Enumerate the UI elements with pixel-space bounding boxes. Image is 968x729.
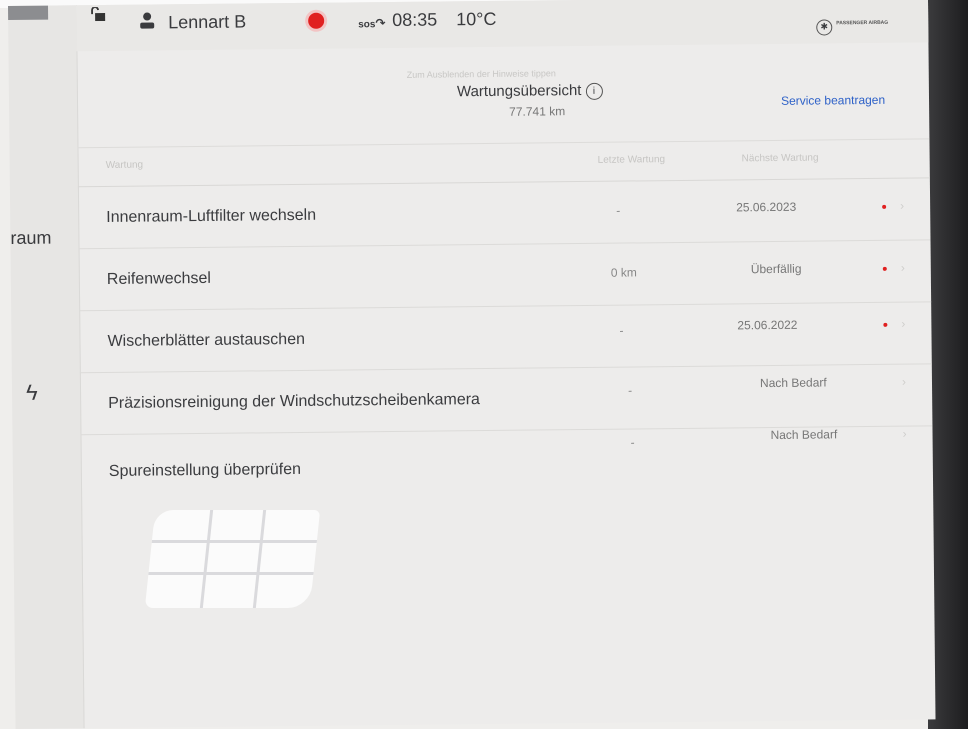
- table-row[interactable]: Präzisionsreinigung der Windschutzscheib…: [79, 364, 933, 436]
- person-icon[interactable]: [138, 10, 156, 30]
- page-header: Zum Ausblenden der Hinweise tippen Wartu…: [76, 42, 929, 147]
- bolt-icon[interactable]: ϟ: [26, 380, 38, 406]
- window-reflection: [144, 510, 321, 608]
- row-title: Wischerblätter austauschen: [107, 330, 306, 350]
- airbag-indicator: ✱ PASSENGER AIRBAG: [816, 19, 896, 38]
- screen: raum ϟ Lennart B sos↷ 08:35 10°C ✱ PASSE…: [8, 0, 936, 729]
- chevron-right-icon: ›: [902, 426, 907, 441]
- chevron-right-icon: ›: [900, 198, 905, 213]
- row-title: Präzisionsreinigung der Windschutzscheib…: [108, 391, 480, 412]
- table-row[interactable]: Spureinstellung überprüfen - Nach Bedarf…: [80, 426, 933, 505]
- user-name[interactable]: Lennart B: [168, 12, 246, 34]
- record-icon[interactable]: [308, 12, 325, 29]
- row-title: Spureinstellung überprüfen: [108, 460, 302, 480]
- phone-icon: ↷: [375, 16, 386, 31]
- chevron-right-icon: ›: [901, 316, 906, 331]
- alert-dot-icon: [882, 266, 887, 271]
- airbag-label: PASSENGER AIRBAG: [836, 19, 889, 27]
- row-last-service: -: [630, 435, 635, 450]
- table-row[interactable]: Reifenwechsel 0 km Überfällig ›: [78, 240, 932, 312]
- lock-icon[interactable]: [90, 6, 106, 22]
- row-next-service: 25.06.2022: [737, 317, 798, 333]
- row-next-service: 25.06.2023: [736, 199, 797, 215]
- odometer: 77.741 km: [509, 104, 566, 119]
- chevron-right-icon: ›: [901, 374, 907, 389]
- row-next-service: Überfällig: [750, 261, 802, 277]
- row-last-service: -: [619, 323, 624, 338]
- row-last-service: 0 km: [610, 265, 637, 280]
- alert-dot-icon: [882, 204, 887, 209]
- column-header-maintenance: Wartung: [105, 159, 144, 171]
- row-title: Reifenwechsel: [106, 269, 212, 288]
- column-header-next: Nächste Wartung: [741, 152, 819, 165]
- table-row[interactable]: Wischerblätter austauschen - 25.06.2022 …: [79, 302, 932, 374]
- maintenance-table: Wartung Letzte Wartung Nächste Wartung I…: [77, 138, 933, 505]
- page-title-text: Wartungsübersicht: [456, 82, 582, 101]
- page-title[interactable]: Wartungsübersicht i: [457, 82, 603, 102]
- row-next-service: Nach Bedarf: [770, 427, 838, 443]
- sos-label[interactable]: sos↷: [358, 16, 385, 30]
- column-header-last: Letzte Wartung: [597, 154, 666, 166]
- chevron-right-icon: ›: [900, 260, 905, 275]
- row-last-service: -: [616, 203, 621, 218]
- faded-hint: Zum Ausblenden der Hinweise tippen: [406, 68, 556, 80]
- info-icon[interactable]: i: [585, 82, 603, 100]
- airbag-icon: ✱: [816, 19, 833, 36]
- sidebar-top-item[interactable]: [8, 5, 49, 20]
- table-row[interactable]: Innenraum-Luftfilter wechseln - 25.06.20…: [77, 178, 931, 250]
- service-request-button[interactable]: Service beantragen: [781, 93, 885, 108]
- sidebar: raum ϟ: [8, 5, 85, 729]
- clock: 08:35: [392, 9, 438, 30]
- sos-text: sos: [358, 19, 376, 31]
- alert-dot-icon: [883, 322, 888, 327]
- row-title: Innenraum-Luftfilter wechseln: [106, 206, 317, 226]
- temperature: 10°C: [456, 8, 497, 30]
- row-last-service: -: [627, 383, 633, 398]
- sidebar-item-label[interactable]: raum: [10, 228, 51, 249]
- row-next-service: Nach Bedarf: [759, 375, 827, 391]
